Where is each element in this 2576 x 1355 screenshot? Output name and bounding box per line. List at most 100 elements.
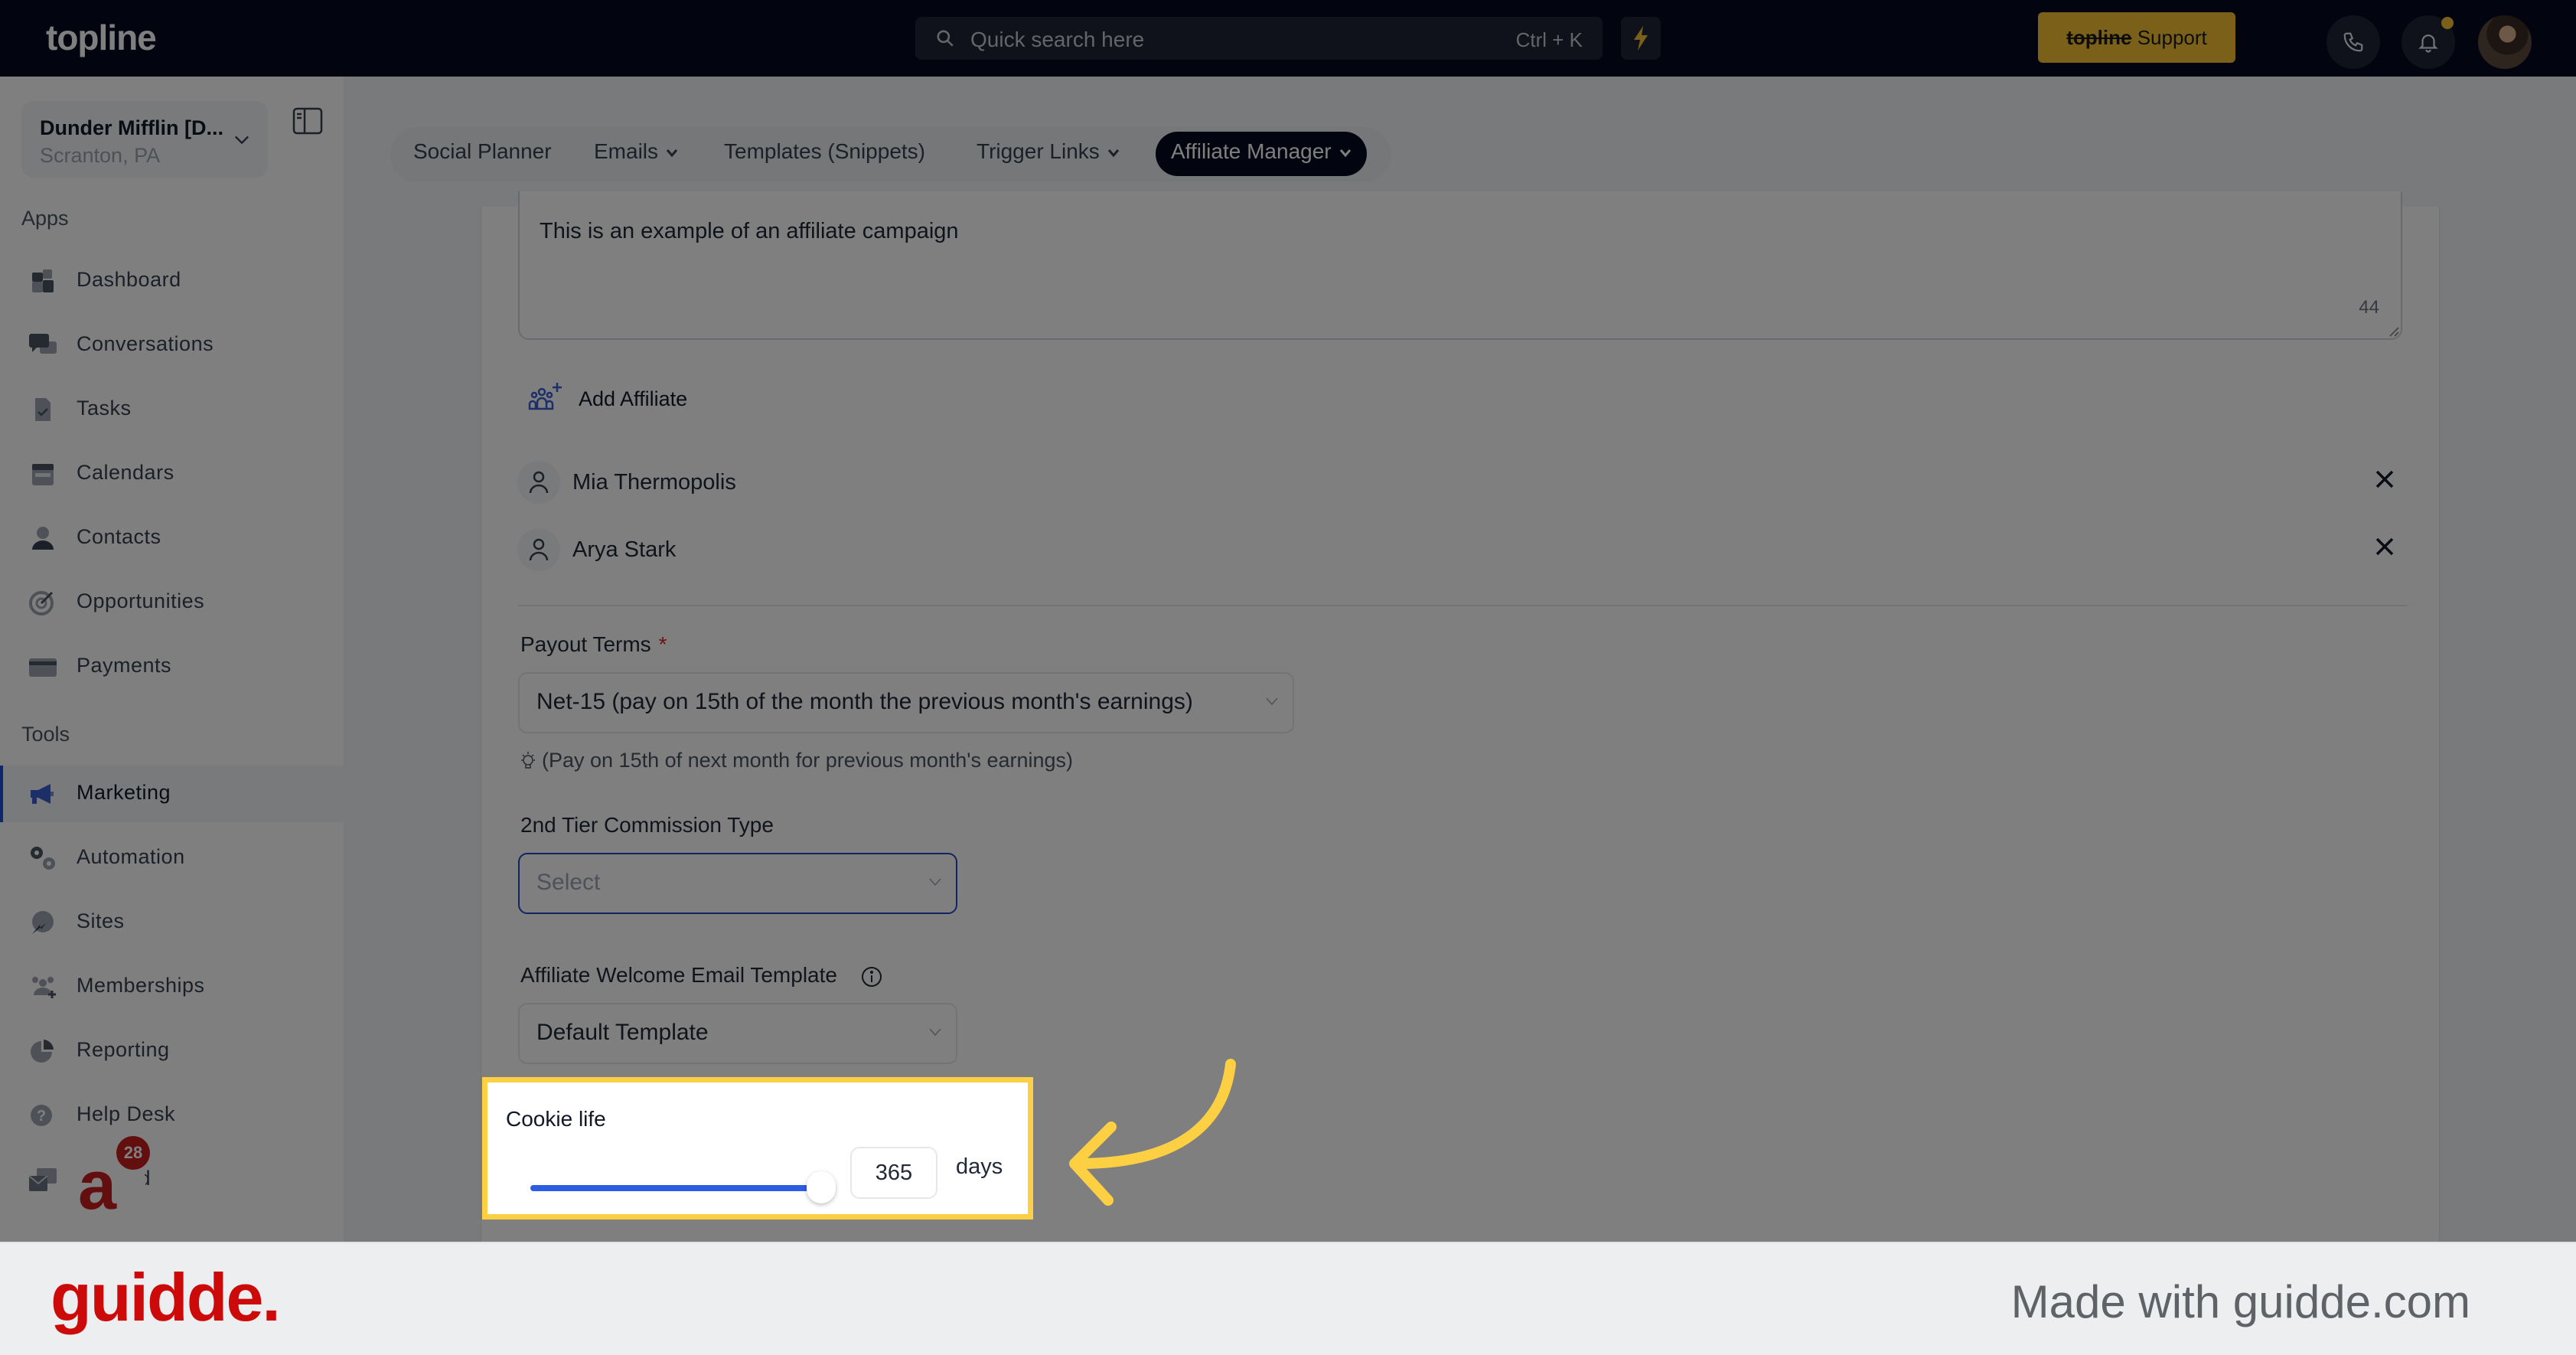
cookie-life-slider[interactable] — [530, 1171, 836, 1210]
tier2-placeholder: Select — [536, 870, 601, 895]
tab-label: Social Planner — [413, 139, 552, 163]
add-users-icon — [528, 383, 562, 410]
tab-affiliate-manager[interactable]: Affiliate Manager — [1156, 132, 1367, 176]
user-avatar[interactable] — [2478, 15, 2532, 69]
campaign-description-textarea[interactable]: This is an example of an affiliate campa… — [518, 191, 2402, 340]
welcome-email-value: Default Template — [536, 1020, 709, 1045]
slider-thumb[interactable] — [807, 1171, 836, 1203]
cookie-life-label: Cookie life — [506, 1107, 606, 1131]
sidebar-item-contacts[interactable]: Contacts — [0, 510, 344, 566]
support-button[interactable]: topline Support — [2038, 12, 2235, 63]
tier2-commission-label: 2nd Tier Commission Type — [520, 813, 774, 837]
notification-dot — [2441, 17, 2454, 29]
chevron-down-icon — [929, 1028, 941, 1037]
sidebar-item-tasks[interactable]: Tasks — [0, 381, 344, 438]
app-logo[interactable]: topline — [46, 17, 157, 58]
dashboard-icon — [32, 269, 54, 292]
chevron-down-icon — [666, 149, 678, 157]
payout-terms-select[interactable]: Net-15 (pay on 15th of the month the pre… — [518, 672, 1294, 733]
affiliate-avatar — [517, 528, 560, 571]
remove-affiliate-icon[interactable] — [2369, 464, 2400, 495]
search-icon — [937, 30, 954, 47]
sidebar-item-dashboard[interactable]: Dashboard — [0, 253, 344, 309]
tab-trigger-links[interactable]: Trigger Links — [977, 139, 1120, 164]
chevron-down-icon — [1266, 697, 1278, 706]
label-text: Payout Terms — [520, 632, 651, 656]
target-icon — [29, 591, 54, 615]
sidebar-item-label: Opportunities — [77, 589, 205, 612]
payout-terms-value: Net-15 (pay on 15th of the month the pre… — [536, 689, 1193, 714]
info-icon[interactable] — [860, 965, 883, 988]
chevron-down-icon — [929, 878, 941, 886]
sidebar-item-label: Conversations — [77, 332, 214, 355]
account-switcher[interactable]: Dunder Mifflin [D... Scranton, PA — [21, 101, 268, 178]
sidebar-item-payments[interactable]: Payments — [0, 638, 344, 695]
calendar-icon — [32, 464, 54, 485]
phone-button[interactable] — [2327, 15, 2380, 69]
sidebar-item-label: Dashboard — [77, 268, 181, 291]
affiliate-row: Arya Stark — [517, 528, 2400, 574]
quick-search-input[interactable]: Quick search here Ctrl + K — [915, 17, 1603, 60]
bell-icon — [2418, 34, 2438, 53]
mailfold-icon — [29, 1168, 57, 1191]
sidebar-item-label: Calendars — [77, 461, 174, 484]
required-marker: * — [658, 632, 667, 656]
pie-chart-icon — [31, 1040, 54, 1063]
tab-social-planner[interactable]: Social Planner — [413, 139, 552, 164]
tab-label: Trigger Links — [977, 139, 1100, 163]
sidebar-collapse-icon[interactable] — [292, 107, 323, 135]
tier2-commission-select[interactable]: Select — [518, 853, 957, 914]
add-affiliate-label: Add Affiliate — [579, 387, 688, 410]
guidde-footer: guidde. Made with guidde.com — [0, 1242, 2576, 1355]
cookie-life-input[interactable]: 365 — [850, 1147, 937, 1199]
welcome-email-label: Affiliate Welcome Email Template — [520, 963, 883, 988]
svg-text:?: ? — [37, 1108, 46, 1125]
sidebar-item-sites[interactable]: Sites — [0, 894, 344, 951]
contacts-icon — [32, 527, 54, 550]
payout-terms-label: Payout Terms * — [520, 632, 667, 657]
sidebar-item-label: Reporting — [77, 1038, 170, 1061]
chevron-down-icon — [1107, 149, 1119, 157]
slider-fill — [530, 1185, 821, 1191]
tab-emails[interactable]: Emails — [594, 139, 678, 164]
label-text: Affiliate Welcome Email Template — [520, 963, 837, 987]
sidebar-item-label: Contacts — [77, 525, 161, 548]
quick-action-button[interactable] — [1621, 17, 1661, 60]
pointer-arrow-icon — [1069, 1059, 1236, 1206]
app-launcher-button[interactable]: a 28 — [61, 1136, 150, 1225]
sidebar-item-calendars[interactable]: Calendars — [0, 446, 344, 502]
account-location: Scranton, PA — [40, 144, 161, 167]
tab-templates-snippets[interactable]: Templates (Snippets) — [724, 139, 925, 164]
sidebar-item-label: Automation — [77, 845, 185, 868]
sidebar-item-mailfold[interactable]: Mailfold — [0, 1151, 344, 1208]
credit-card-icon — [29, 658, 57, 677]
affiliate-avatar — [517, 461, 560, 504]
tasks-icon — [35, 398, 51, 421]
cookie-life-unit: days — [956, 1154, 1003, 1179]
remove-affiliate-icon[interactable] — [2369, 531, 2400, 562]
sidebar-item-automation[interactable]: Automation — [0, 830, 344, 886]
resize-handle-icon[interactable] — [2389, 326, 2399, 337]
sidebar-item-help-desk[interactable]: ? Help Desk — [0, 1087, 344, 1144]
support-label: Support — [2137, 26, 2207, 49]
tools-heading: Tools — [21, 723, 70, 746]
lightbulb-icon — [521, 751, 535, 769]
sidebar-item-opportunities[interactable]: Opportunities — [0, 574, 344, 631]
sidebar-item-memberships[interactable]: Memberships — [0, 958, 344, 1015]
account-name: Dunder Mifflin [D... — [40, 116, 223, 139]
add-affiliate-button[interactable]: Add Affiliate — [528, 381, 687, 416]
payout-terms-hint: (Pay on 15th of next month for previous … — [520, 749, 1073, 772]
marketing-tabs: Social Planner Emails Templates (Snippet… — [390, 127, 1391, 182]
user-icon — [529, 471, 549, 494]
notifications-button[interactable] — [2402, 15, 2455, 69]
sidebar-item-label: Payments — [77, 654, 172, 677]
tab-label: Emails — [594, 139, 659, 163]
sidebar-item-marketing[interactable]: Marketing — [0, 766, 344, 822]
sidebar-item-reporting[interactable]: Reporting — [0, 1023, 344, 1079]
sidebar-item-conversations[interactable]: Conversations — [0, 317, 344, 374]
sidebar: Dunder Mifflin [D... Scranton, PA Apps D… — [0, 77, 344, 1242]
sidebar-item-label: Sites — [77, 909, 125, 932]
welcome-email-select[interactable]: Default Template — [518, 1003, 957, 1064]
chevron-down-icon — [1339, 149, 1351, 157]
sidebar-item-label: Memberships — [77, 974, 205, 997]
